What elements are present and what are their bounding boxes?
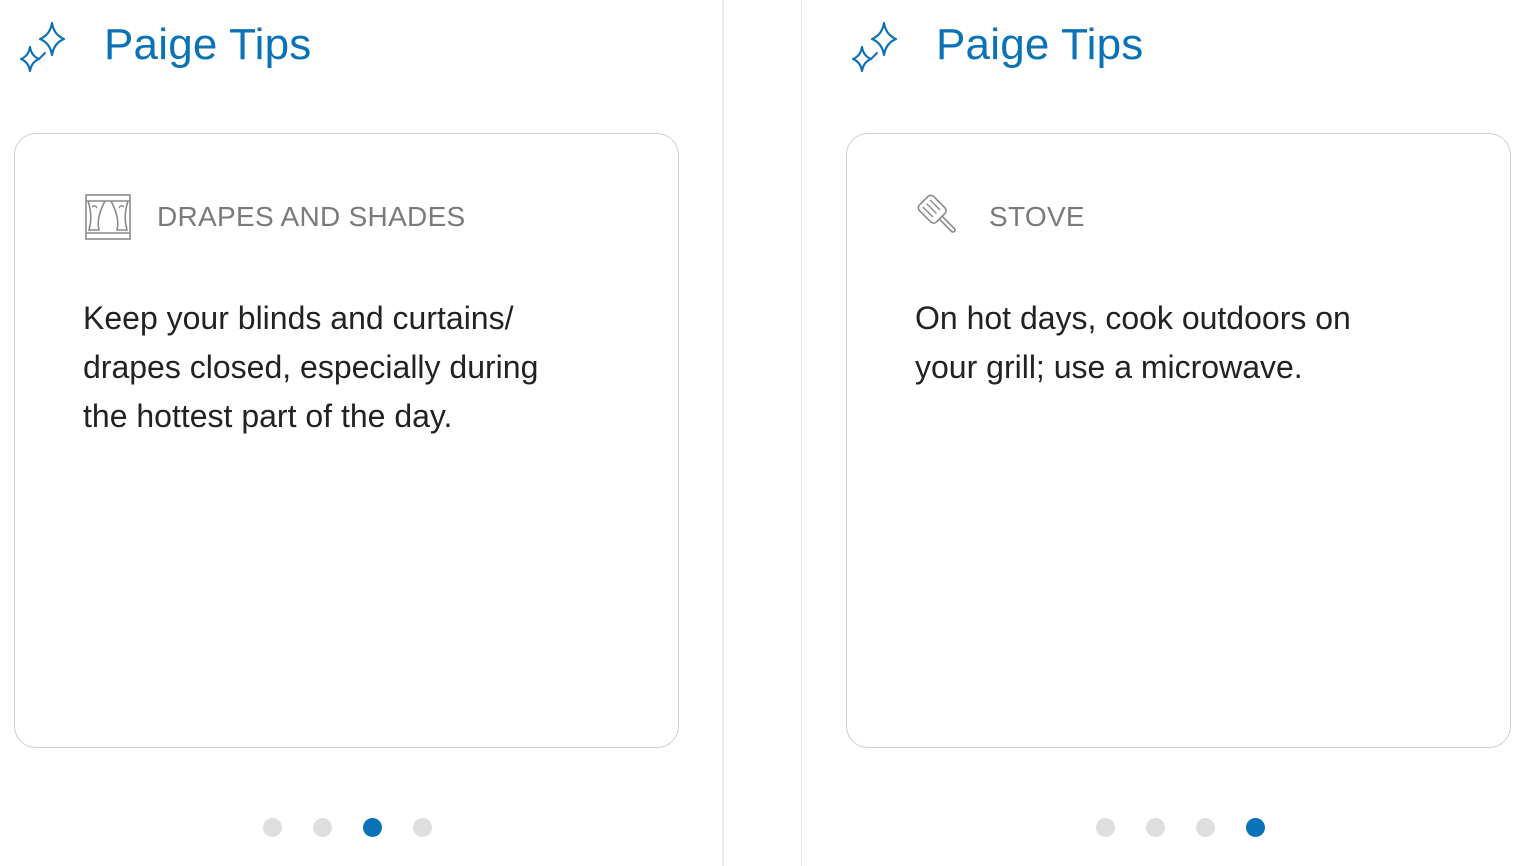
tip-category: STOVE: [915, 192, 1085, 242]
pagination-dots: [263, 818, 432, 837]
spatula-icon: [917, 194, 956, 233]
curtains-icon: [85, 194, 131, 240]
pagination-dot-active[interactable]: [363, 818, 382, 837]
tip-category-label: STOVE: [989, 201, 1085, 232]
tips-panel-right: Paige Tips STOVE On hot days, cook outdo…: [802, 0, 1532, 866]
sparkle-icon: [851, 21, 898, 73]
pagination-dot[interactable]: [1196, 818, 1215, 837]
panel-header: Paige Tips: [14, 14, 311, 80]
pagination-dots: [1096, 818, 1265, 837]
tip-text: Keep your blinds and curtains/ drapes cl…: [83, 300, 539, 434]
page-title: Paige Tips: [104, 20, 312, 69]
tip-category: DRAPES AND SHADES: [83, 192, 466, 242]
pagination-dot[interactable]: [263, 818, 282, 837]
panel-gutter: [724, 0, 801, 866]
tip-card[interactable]: STOVE On hot days, cook outdoors on your…: [846, 133, 1511, 748]
sparkle-icon: [19, 21, 66, 73]
pagination-dot-active[interactable]: [1246, 818, 1265, 837]
screen: Paige Tips DRAPES AND SHADES Keep your b…: [0, 0, 1532, 866]
tip-card[interactable]: DRAPES AND SHADES Keep your blinds and c…: [14, 133, 679, 748]
tip-category-label: DRAPES AND SHADES: [157, 201, 466, 232]
tip-text: On hot days, cook outdoors on your grill…: [915, 300, 1351, 385]
pagination-dot[interactable]: [413, 818, 432, 837]
pagination-dot[interactable]: [1096, 818, 1115, 837]
pagination-dot[interactable]: [1146, 818, 1165, 837]
pagination-dot[interactable]: [313, 818, 332, 837]
tips-panel-left: Paige Tips DRAPES AND SHADES Keep your b…: [0, 0, 724, 866]
panel-header: Paige Tips: [846, 14, 1143, 80]
page-title: Paige Tips: [936, 20, 1144, 69]
